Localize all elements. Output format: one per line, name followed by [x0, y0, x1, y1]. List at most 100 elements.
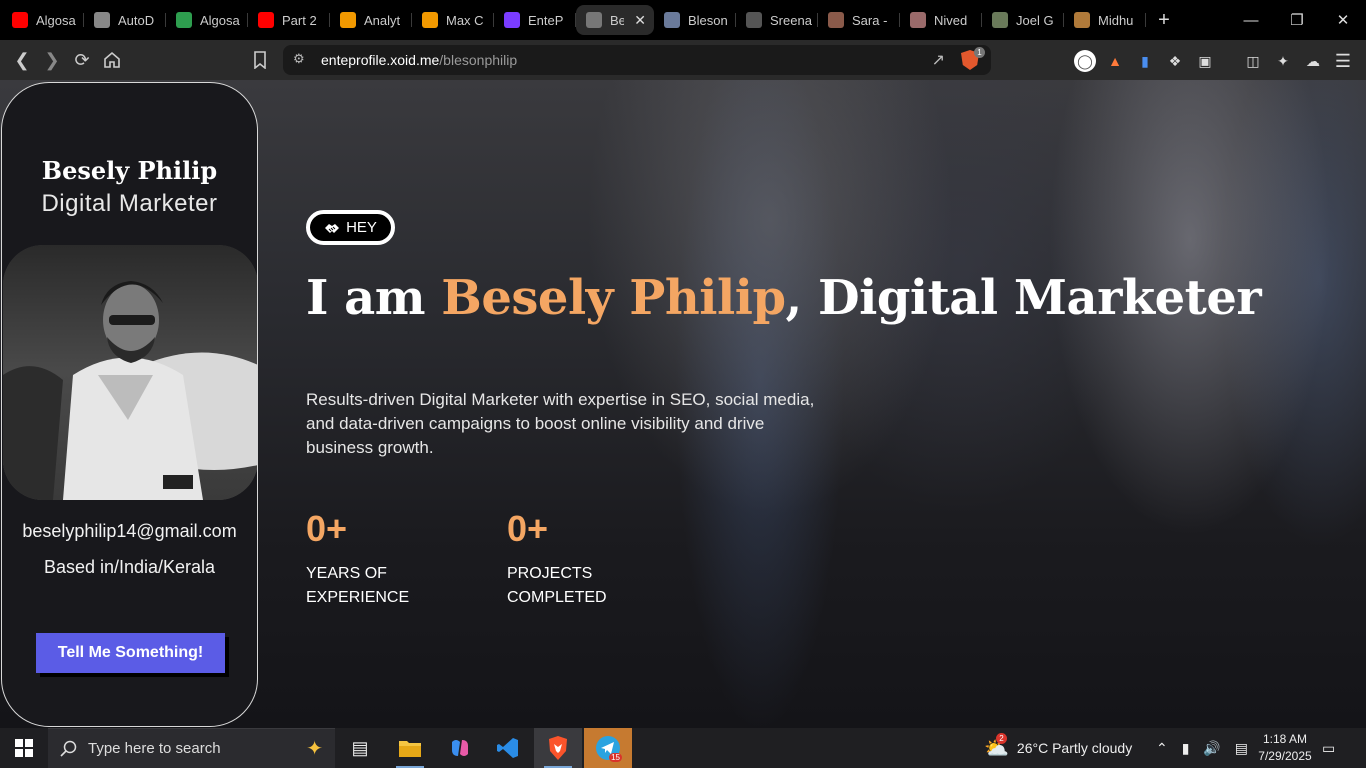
- tab-list: Algosa AutoD Algosa Part 2 Analyt Max C EnteP B…: [0, 0, 1146, 40]
- tab-label: Max C: [446, 12, 484, 28]
- extension-docs-icon[interactable]: ▮: [1134, 50, 1156, 72]
- task-view-button[interactable]: ▤: [336, 728, 384, 768]
- url-text: enteprofile.xoid.me/blesonphilip: [321, 52, 518, 68]
- share-icon[interactable]: ↗: [932, 50, 945, 70]
- brave-browser-button[interactable]: [534, 728, 582, 768]
- browser-tab[interactable]: Midhu: [1064, 5, 1146, 35]
- chevron-up-icon[interactable]: ⌃: [1156, 740, 1168, 757]
- profile-page: Besely Philip Digital Marketer beselyphi…: [0, 80, 1366, 728]
- clock-date: 7/29/2025: [1258, 749, 1312, 763]
- stat-label: Projects Completed: [507, 565, 607, 606]
- forward-button[interactable]: ❯: [39, 48, 65, 72]
- sidebar-toggle-icon[interactable]: ◫: [1242, 50, 1264, 72]
- reload-button[interactable]: ⟳: [69, 48, 95, 72]
- globe-icon: [94, 12, 110, 28]
- telegram-button[interactable]: 15: [584, 728, 632, 768]
- youtube-icon: [12, 12, 28, 28]
- copilot-button[interactable]: [436, 728, 484, 768]
- tell-me-something-button[interactable]: Tell Me Something!: [36, 633, 225, 673]
- taskbar-search[interactable]: Type here to search ✦: [48, 728, 335, 768]
- notifications-icon[interactable]: ▭: [1322, 728, 1344, 768]
- browser-tab[interactable]: Nived: [900, 5, 982, 35]
- handshake-icon: [325, 223, 340, 233]
- bookmark-button[interactable]: [247, 48, 273, 72]
- card-role: Digital Marketer: [41, 190, 218, 217]
- green-badge-icon: [176, 12, 192, 28]
- tab-label: Bleson: [688, 12, 728, 28]
- browser-tab[interactable]: Max C: [412, 5, 494, 35]
- windows-taskbar: Type here to search ✦ ▤ 15 ⛅ 2 26°C Partl…: [0, 728, 1366, 768]
- maximize-button[interactable]: ❐: [1274, 0, 1320, 40]
- browser-tab[interactable]: Sara -: [818, 5, 900, 35]
- minimize-button[interactable]: —: [1228, 0, 1274, 40]
- browser-tab[interactable]: Joel G: [982, 5, 1064, 35]
- browser-toolbar: ❮ ❯ ⟳ ⚙ enteprofile.xoid.me/blesonphilip…: [0, 40, 1366, 80]
- network-icon[interactable]: ▤: [1235, 740, 1248, 757]
- weather-widget[interactable]: ⛅ 2 26°C Partly cloudy: [984, 728, 1132, 768]
- vscode-button[interactable]: [484, 728, 532, 768]
- card-name: Besely Philip: [41, 156, 218, 185]
- battery-icon[interactable]: ▮: [1182, 740, 1190, 757]
- tab-label: Algosa: [200, 12, 240, 28]
- system-tray: ⌃ ▮ 🔊 ▤: [1156, 728, 1248, 768]
- browser-tab[interactable]: Sreena: [736, 5, 818, 35]
- browser-tab[interactable]: Be ✕: [576, 5, 654, 35]
- extension-fox-icon[interactable]: ▲: [1104, 50, 1126, 72]
- headline-name: Besely Philip: [441, 270, 786, 326]
- telegram-badge: 15: [609, 753, 622, 762]
- stat-experience: 0+ Years of Experience: [306, 508, 476, 610]
- windows-logo-icon: [15, 739, 33, 757]
- menu-icon[interactable]: ☰: [1332, 50, 1354, 72]
- tab-label: Nived: [934, 12, 968, 28]
- tab-label: Midhu: [1098, 12, 1134, 28]
- profile-photo-icon: [992, 12, 1008, 28]
- browser-tab[interactable]: Algosa: [2, 5, 84, 35]
- new-tab-button[interactable]: +: [1146, 9, 1182, 32]
- browser-tab[interactable]: AutoD: [84, 5, 166, 35]
- search-icon: [60, 740, 77, 757]
- task-view-icon: ▤: [351, 737, 369, 758]
- profile-photo-icon: [910, 12, 926, 28]
- folder-icon: [399, 741, 421, 757]
- card-email[interactable]: beselyphilip14@gmail.com: [2, 521, 257, 542]
- clock-time: 1:18 AM: [1262, 732, 1308, 746]
- tab-label: EnteP: [528, 12, 564, 28]
- browser-tab[interactable]: Part 2: [248, 5, 330, 35]
- profile-photo-icon: [746, 12, 762, 28]
- shield-count-badge: 1: [974, 47, 985, 58]
- stat-label: Years of Experience: [306, 565, 410, 606]
- browser-tab[interactable]: Bleson: [654, 5, 736, 35]
- clock[interactable]: 1:18 AM 7/29/2025: [1250, 731, 1320, 765]
- stat-value: 0+: [507, 508, 549, 549]
- weather-badge: 2: [996, 732, 1007, 744]
- profile-photo-icon: [1074, 12, 1090, 28]
- extensions-puzzle-icon[interactable]: ❖: [1164, 50, 1186, 72]
- hey-label: HEY: [346, 219, 377, 236]
- start-button[interactable]: [0, 728, 48, 768]
- headline-suffix: , Digital Marketer: [785, 270, 1262, 326]
- tab-label: AutoD: [118, 12, 155, 28]
- home-button[interactable]: [99, 48, 125, 72]
- back-button[interactable]: ❮: [9, 48, 35, 72]
- profile-card: Besely Philip Digital Marketer beselyphi…: [1, 82, 258, 727]
- address-bar[interactable]: ⚙ enteprofile.xoid.me/blesonphilip ↗ 1: [283, 45, 991, 75]
- browser-tab[interactable]: Analyt: [330, 5, 412, 35]
- tab-label: Sara -: [852, 12, 888, 28]
- close-window-button[interactable]: ✕: [1320, 0, 1366, 40]
- browser-tab[interactable]: Algosa: [166, 5, 248, 35]
- brave-lion-icon: [549, 736, 567, 760]
- card-location: Based in/India/Kerala: [43, 557, 216, 577]
- leo-ai-icon[interactable]: ✦: [1272, 50, 1294, 72]
- volume-icon[interactable]: 🔊: [1203, 740, 1220, 757]
- profile-photo-icon: [828, 12, 844, 28]
- file-explorer-button[interactable]: [386, 728, 434, 768]
- close-tab-icon[interactable]: ✕: [634, 12, 646, 29]
- extension-timer-icon[interactable]: ◯: [1074, 50, 1096, 72]
- tab-label: Analyt: [364, 12, 401, 28]
- site-info-icon[interactable]: ⚙: [293, 51, 305, 67]
- tab-label: Be: [610, 12, 624, 28]
- profile-photo: [3, 245, 257, 500]
- browser-tab[interactable]: EnteP: [494, 5, 576, 35]
- vpn-icon[interactable]: ☁: [1302, 50, 1324, 72]
- extension-scan-icon[interactable]: ▣: [1194, 50, 1216, 72]
